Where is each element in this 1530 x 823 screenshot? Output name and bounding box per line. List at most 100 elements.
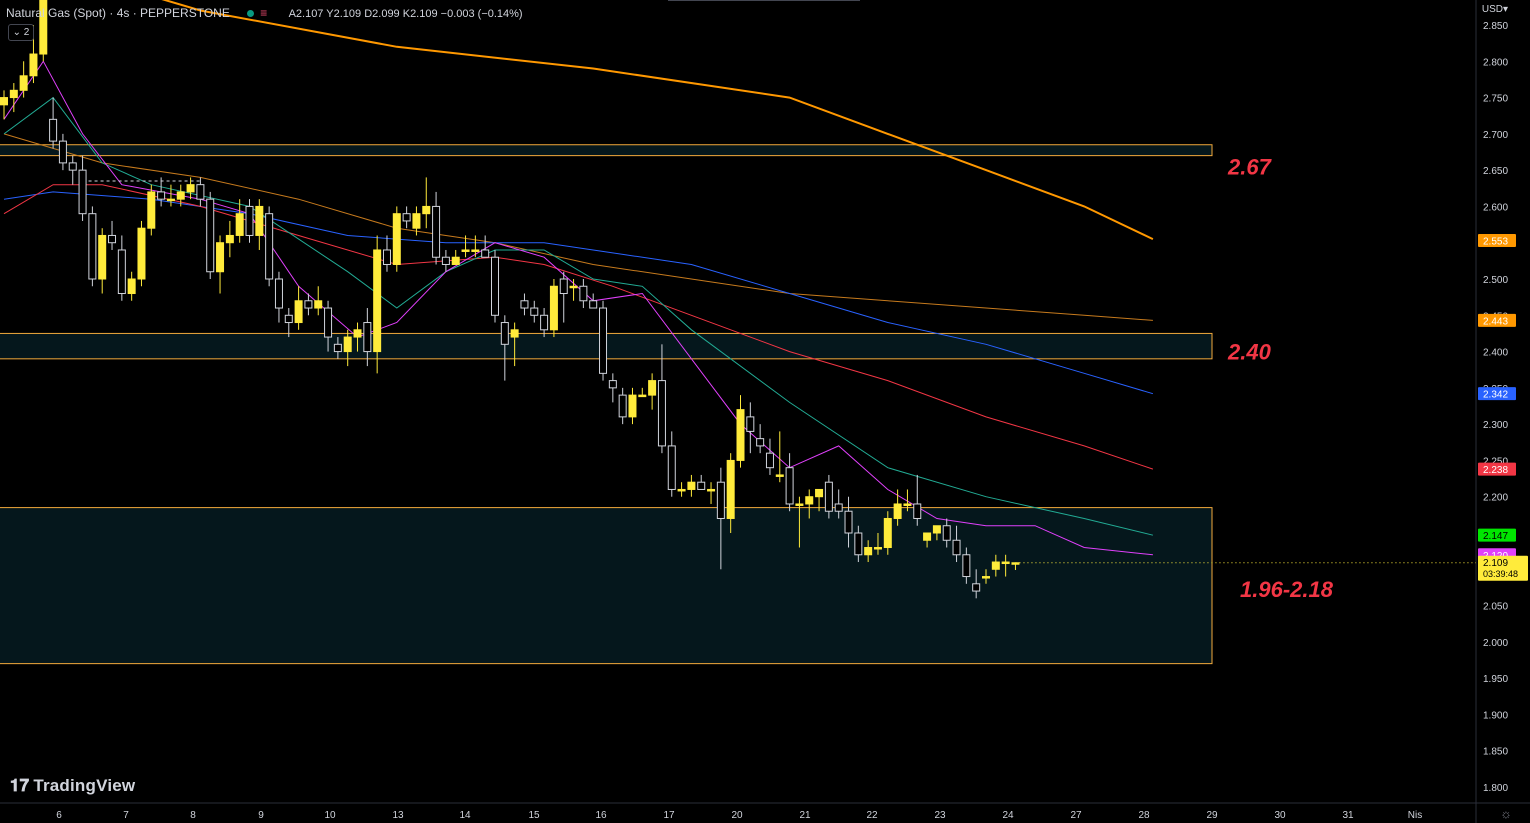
candle-body	[29, 53, 38, 77]
candle-body	[687, 481, 696, 490]
x-tick-label: 27	[1070, 810, 1082, 821]
indicators-collapse-button[interactable]: ⌄ 2	[8, 24, 34, 41]
x-tick-label: 13	[392, 810, 404, 821]
candle-body	[883, 517, 892, 549]
candle-body	[873, 547, 882, 550]
candle-body	[216, 242, 225, 273]
x-tick-label: 28	[1138, 810, 1150, 821]
candle-body	[481, 249, 490, 258]
tradingview-logo[interactable]: 𝟏𝟕 TradingView	[10, 776, 135, 796]
candle-body	[343, 336, 352, 353]
candle-body	[618, 394, 627, 418]
candle-body	[127, 278, 136, 295]
market-status-icon	[247, 10, 255, 18]
x-tick-label: 16	[595, 810, 607, 821]
candle-body	[765, 452, 774, 469]
y-tick-label: 2.650	[1483, 166, 1508, 177]
candle-body	[265, 213, 274, 280]
x-tick-label: 14	[459, 810, 471, 821]
candle-body	[667, 445, 676, 490]
candle-body	[412, 213, 421, 229]
x-tick-label: 30	[1274, 810, 1286, 821]
y-tick-label: 1.950	[1483, 674, 1508, 685]
chart-header: Natural Gas (Spot) · 4s · PEPPERSTONE ≡ …	[6, 6, 523, 20]
y-tick-label: 2.050	[1483, 602, 1508, 613]
candle-body	[795, 503, 804, 506]
candle-body	[225, 234, 234, 244]
candle-body	[608, 380, 617, 389]
symbol-title[interactable]: Natural Gas (Spot) · 4s · PEPPERSTONE	[6, 6, 230, 20]
x-tick-label: 20	[731, 810, 743, 821]
candle-body	[628, 394, 637, 418]
candle-body	[245, 205, 254, 236]
y-tick-label: 1.850	[1483, 747, 1508, 758]
y-tick-label: 2.000	[1483, 638, 1508, 649]
x-tick-label: 21	[799, 810, 811, 821]
candle-body	[893, 503, 902, 519]
x-tick-label: 7	[123, 810, 129, 821]
gear-icon[interactable]: ☼	[1500, 806, 1512, 821]
indicators-count: 2	[23, 27, 30, 38]
y-tick-label: 1.900	[1483, 710, 1508, 721]
zone-label-2: 2.40	[1227, 340, 1272, 365]
candle-body	[657, 380, 666, 447]
candle-body	[451, 256, 460, 265]
x-tick-label: 23	[934, 810, 946, 821]
candle-body	[805, 496, 814, 505]
price-tag-label: 2.342	[1483, 390, 1508, 401]
moving-average-line-5	[3, 96, 1154, 536]
candle-body	[88, 213, 97, 280]
candle-body	[58, 140, 67, 164]
candle-body	[382, 249, 391, 265]
top-scroll-indicator	[668, 0, 860, 1]
candle-body	[284, 314, 293, 324]
candle-body	[785, 467, 794, 505]
candle-body	[972, 583, 981, 592]
indicator-toggle-icon[interactable]: ≡	[260, 6, 267, 20]
candle-body	[726, 459, 735, 519]
candle-body	[117, 249, 126, 295]
candle-body	[166, 198, 175, 202]
moving-average-line-4	[3, 184, 1154, 470]
candle-body	[333, 343, 342, 353]
candle-body	[1001, 561, 1010, 565]
candle-body	[432, 205, 441, 258]
candle-body	[775, 474, 784, 477]
candle-body	[579, 285, 588, 302]
logo-text: TradingView	[33, 776, 136, 795]
y-tick-label: 2.400	[1483, 348, 1508, 359]
ohlc-values: A2.107 Y2.109 D2.099 K2.109 −0.003 (−0.1…	[288, 8, 523, 20]
candle-body	[206, 198, 215, 273]
candle-body	[373, 249, 382, 353]
candle-body	[147, 191, 156, 229]
candle-body	[441, 256, 450, 265]
candle-body	[982, 576, 990, 579]
candle-body	[559, 278, 568, 295]
x-tick-label: 31	[1342, 810, 1354, 821]
y-tick-label: 2.850	[1483, 21, 1508, 32]
candle-body	[913, 503, 922, 519]
candle-body	[815, 488, 824, 498]
candle-body	[186, 184, 195, 193]
x-tick-label: 6	[56, 810, 62, 821]
candle-body	[991, 561, 1000, 570]
candle-body	[520, 300, 529, 309]
price-chart[interactable]: 2.67 2.40 1.96-2.18 2.850 2.800 2.750 2.700 2.6…	[0, 0, 1530, 823]
currency-selector[interactable]: USD▾	[1482, 4, 1508, 15]
candle-body	[854, 532, 863, 556]
candle-body	[500, 322, 509, 345]
x-tick-label: 9	[258, 810, 264, 821]
candle-body	[255, 205, 264, 236]
price-tag-label: 2.553	[1483, 237, 1508, 248]
y-tick-label: 2.600	[1483, 202, 1508, 213]
x-tick-label: 29	[1206, 810, 1218, 821]
price-tag-label: 2.147	[1483, 531, 1508, 542]
price-tag-label: 2.443	[1483, 316, 1508, 327]
candle-body	[716, 481, 725, 519]
candle-body	[952, 539, 961, 556]
x-tick-label: 17	[663, 810, 675, 821]
moving-average-line-2	[3, 133, 1153, 321]
candle-body	[471, 249, 480, 252]
candle-body	[176, 191, 185, 200]
candle-body	[923, 532, 932, 541]
